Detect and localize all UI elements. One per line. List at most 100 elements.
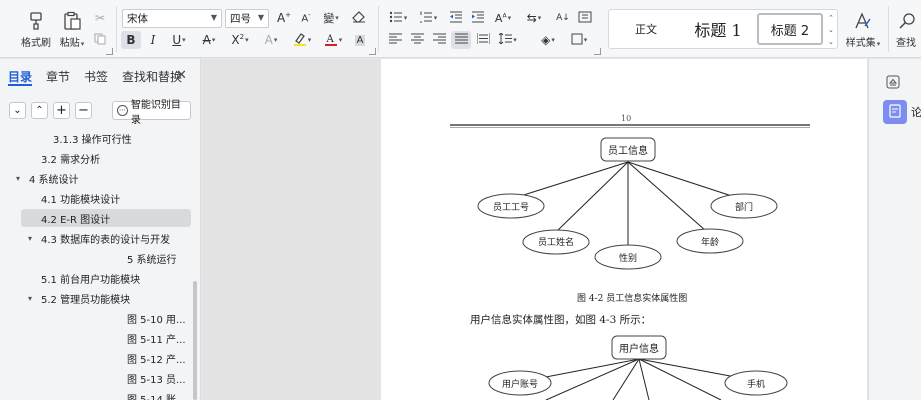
sort-icon: A↓	[556, 13, 570, 23]
style-set-label: 样式集▾	[846, 34, 881, 49]
shrink-font-button[interactable]: A-	[296, 9, 316, 27]
paste-button[interactable]: 粘贴▾	[54, 6, 90, 52]
expand-toggle-icon[interactable]: ▾	[28, 234, 32, 243]
font-size-select[interactable]: 四号 ▼	[225, 9, 269, 28]
toc-item[interactable]: 图 5-12 产...	[127, 349, 186, 367]
grow-font-button[interactable]: A+	[274, 9, 294, 27]
nav-scrollbar[interactable]	[193, 281, 197, 400]
expand-button[interactable]: ⌄	[9, 102, 26, 119]
toc-item-label: 5.2 管理员功能模块	[41, 294, 131, 306]
add-heading-button[interactable]: +	[53, 102, 70, 119]
italic-button[interactable]: I	[143, 31, 163, 49]
text-direction-icon: ⇆	[526, 11, 537, 25]
line-spacing-button[interactable]: ▾	[495, 31, 521, 49]
expand-toggle-icon[interactable]: ▾	[16, 174, 20, 183]
toc-item[interactable]: ▾ 4.3 数据库的表的设计与开发	[28, 229, 170, 247]
style-heading-2[interactable]: 标题 2	[757, 13, 823, 45]
toc-item[interactable]: 图 5-11 产...	[127, 329, 186, 347]
numbering-button[interactable]: ▾	[415, 9, 441, 27]
font-color-button[interactable]: A ▾	[320, 31, 346, 49]
cut-button[interactable]: ✂	[90, 9, 110, 27]
scissors-icon: ✂	[94, 11, 106, 25]
toc-item[interactable]: ▾ 5.2 管理员功能模块	[28, 289, 131, 307]
paragraph-launcher[interactable]	[594, 48, 601, 55]
toc-item-label: 4.2 E-R 图设计	[41, 214, 111, 226]
toc-item[interactable]: 图 5-13 员...	[127, 369, 186, 387]
align-center-button[interactable]	[407, 31, 427, 49]
styles-gallery: 正文 标题 1 标题 2 ⌃ ⌄ ⌄	[608, 9, 838, 49]
numbered-list-icon	[419, 11, 433, 26]
clipboard-launcher[interactable]	[106, 48, 113, 55]
svg-text:A: A	[325, 34, 334, 45]
copy-button[interactable]	[90, 31, 110, 49]
bold-button[interactable]: B	[121, 31, 141, 49]
document-page[interactable]: 10 员工信息 员工工号 员工姓名 性别 年龄 部门 用户信息 用户账号 手机 …	[381, 59, 867, 400]
borders-button[interactable]: ▾	[566, 31, 592, 49]
tab-toc[interactable]: 目录	[8, 68, 33, 86]
align-right-button[interactable]	[429, 31, 449, 49]
collapse-button[interactable]: ⌃	[31, 102, 48, 119]
chevron-down-icon: ▾	[335, 14, 339, 22]
close-icon[interactable]: ✕	[176, 68, 187, 83]
style-heading-1[interactable]: 标题 1	[683, 13, 753, 45]
char-shading-button[interactable]: A	[350, 31, 370, 49]
toc-item[interactable]: 4.1 功能模块设计	[41, 189, 120, 207]
sort-button[interactable]: A↓	[553, 9, 573, 27]
paper-assistant-button[interactable]	[883, 100, 907, 124]
smart-toc-label: 智能识别目录	[130, 99, 181, 126]
chevron-down-icon: ⌄	[13, 105, 22, 116]
toc-item[interactable]: 5.1 前台用户功能模块	[41, 269, 140, 287]
strikethrough-button[interactable]: A ▾	[196, 31, 222, 49]
separator	[378, 6, 379, 52]
style-normal[interactable]: 正文	[615, 13, 677, 45]
tab-find-replace[interactable]: 查找和替换	[122, 68, 182, 86]
tab-sections[interactable]: 章节	[46, 68, 70, 86]
increase-indent-button[interactable]	[468, 9, 488, 27]
chevron-down-icon: ▾	[507, 14, 512, 22]
search-icon	[896, 10, 918, 32]
find-button[interactable]: 查找	[896, 6, 921, 52]
smart-toc-button[interactable]: ⋯ 智能识别目录	[112, 100, 191, 126]
toc-item[interactable]: 图 5-14 账...	[127, 389, 186, 400]
gallery-scroll[interactable]: ⌃ ⌄ ⌄	[828, 12, 834, 48]
chevron-up-icon: ⌃	[828, 14, 834, 22]
chevron-down-icon: ▾	[433, 14, 438, 22]
toc-item[interactable]: 4.2 E-R 图设计	[21, 209, 191, 227]
distributed-button[interactable]	[473, 31, 493, 49]
highlight-color-button[interactable]: ▾	[289, 31, 315, 49]
text-direction-button[interactable]: ⇆ ▾	[521, 9, 547, 27]
underline-button[interactable]: U ▾	[166, 31, 192, 49]
toc-item[interactable]: 3.1.3 操作可行性	[53, 129, 132, 147]
style-set-text: 样式集	[845, 37, 876, 49]
align-left-button[interactable]	[385, 31, 405, 49]
chinese-layout-button[interactable]: AA ▾	[490, 9, 516, 27]
font-name-select[interactable]: 宋体 ▼	[122, 9, 222, 28]
char-shading-icon: A	[354, 34, 366, 46]
chevron-down-icon: ▼	[257, 13, 264, 22]
chevron-down-icon: ▾	[403, 14, 408, 22]
font-launcher[interactable]	[369, 48, 376, 55]
toc-item[interactable]: 3.2 需求分析	[41, 149, 100, 167]
decrease-indent-button[interactable]	[446, 9, 466, 27]
style-set-button[interactable]: 样式集▾	[845, 6, 881, 52]
expand-toggle-icon[interactable]: ▾	[28, 294, 32, 303]
collapse-panel-button[interactable]	[883, 73, 903, 93]
toc-item[interactable]: 5 系统运行	[127, 249, 177, 267]
shading-button[interactable]: ◈ ▾	[535, 31, 561, 49]
toc-item[interactable]: 图 5-10 用...	[127, 309, 186, 327]
clear-format-button[interactable]	[349, 9, 369, 27]
entity-label: 员工信息	[608, 144, 648, 157]
show-marks-button[interactable]	[575, 9, 595, 27]
chevron-down-icon: ▾	[876, 39, 881, 48]
superscript-button[interactable]: X2 ▾	[227, 31, 253, 49]
chevron-down-icon: ▾	[513, 36, 517, 44]
format-painter-button[interactable]: 格式刷	[18, 6, 54, 52]
tab-bookmarks[interactable]: 书签	[84, 68, 108, 86]
justify-button[interactable]	[451, 31, 471, 49]
paste-label: 粘贴▾	[60, 34, 85, 49]
remove-heading-button[interactable]: −	[75, 102, 92, 119]
phonetic-guide-button[interactable]: 變 ▾	[318, 9, 344, 27]
text-effect-button[interactable]: A ▾	[258, 31, 284, 49]
toc-item[interactable]: ▾ 4 系统设计	[16, 169, 79, 187]
bullets-button[interactable]: ▾	[385, 9, 411, 27]
